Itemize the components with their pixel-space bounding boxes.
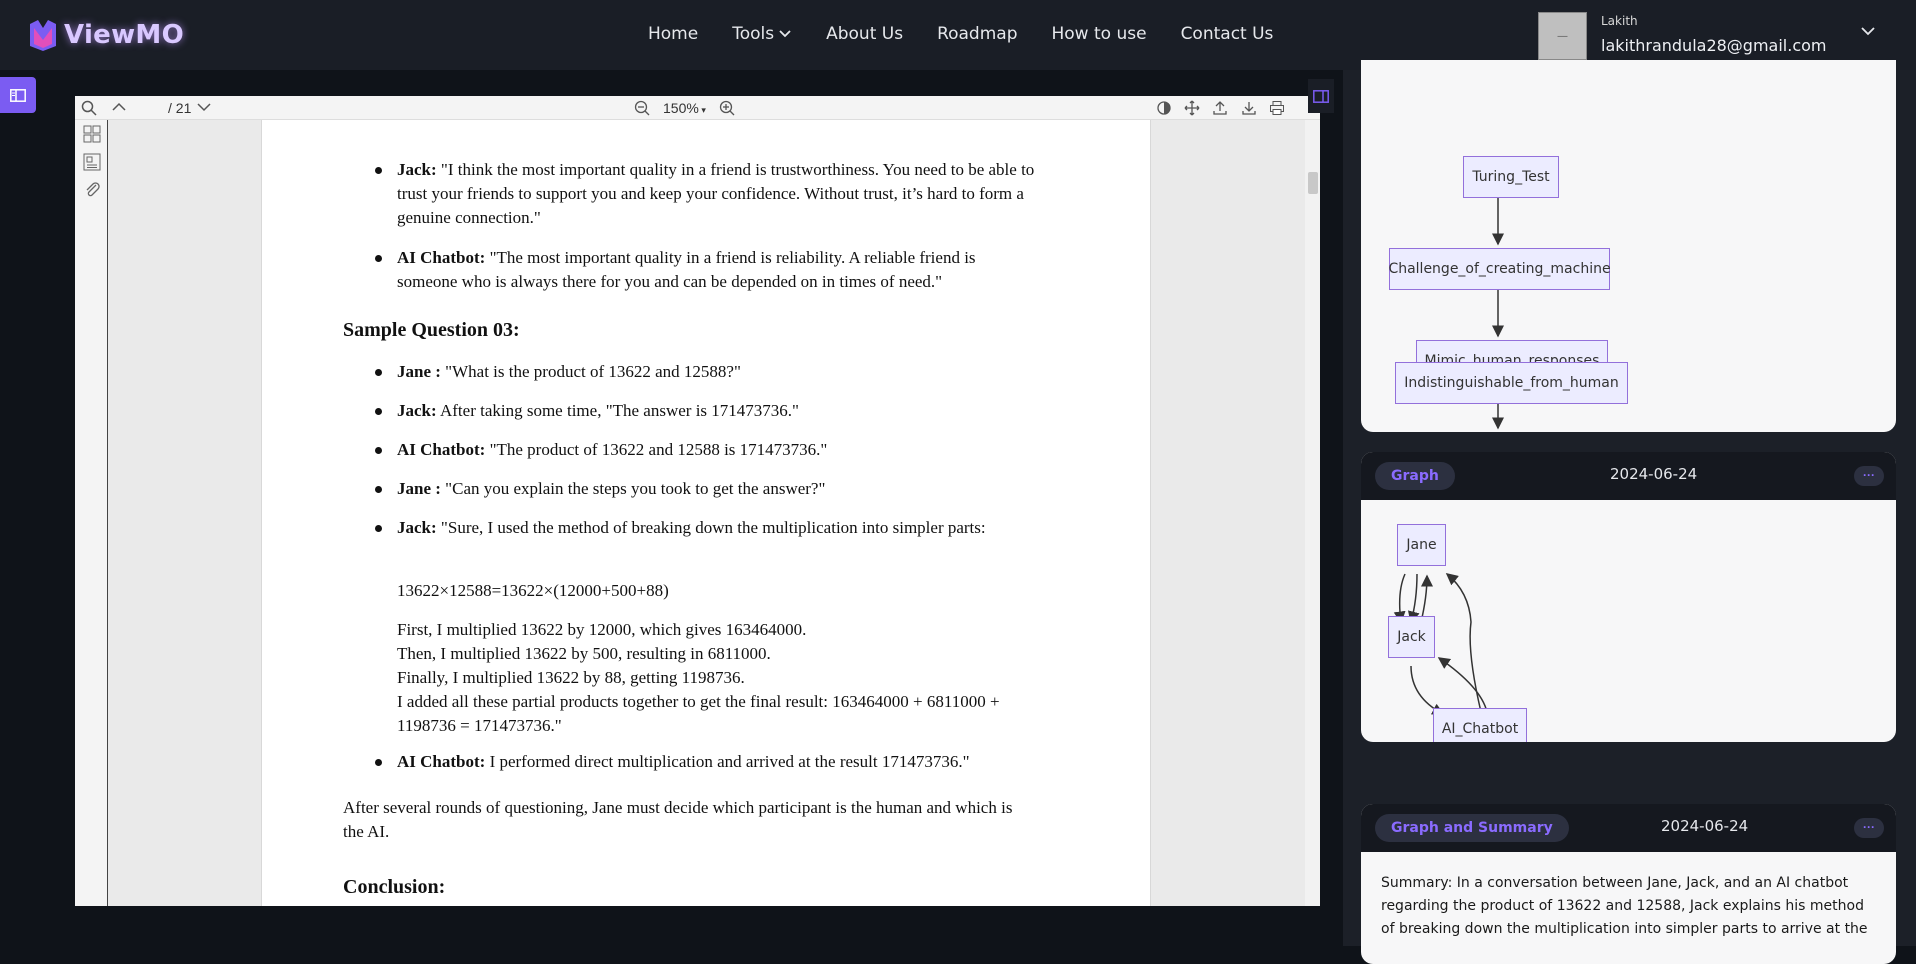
print-icon[interactable] bbox=[1269, 100, 1285, 116]
attachment-icon[interactable] bbox=[83, 180, 101, 198]
sidebar-icon bbox=[10, 88, 26, 102]
menu-roadmap[interactable]: Roadmap bbox=[937, 24, 1017, 44]
card-date: 2024-06-24 bbox=[1661, 817, 1749, 835]
step-line: First, I multiplied 13622 by 12000, whic… bbox=[397, 620, 807, 639]
graphs-panel: Turing_Test Challenge_of_creating_machin… bbox=[1343, 60, 1916, 964]
chevron-up-icon[interactable] bbox=[111, 100, 127, 114]
pdf-viewer: / 21 150% ▾ Jack: "I think the most impo… bbox=[75, 96, 1320, 906]
menu-contact[interactable]: Contact Us bbox=[1181, 24, 1274, 44]
menu-home[interactable]: Home bbox=[648, 24, 698, 44]
graph-card: Graph 2024-06-24 ··· Jane Jack AI_Chatbo… bbox=[1361, 452, 1896, 742]
user-name: Lakith bbox=[1601, 14, 1638, 28]
section-heading: Conclusion: bbox=[343, 876, 446, 898]
list-item: Jane : "What is the product of 13622 and… bbox=[375, 360, 1037, 384]
card-type-tag: Graph and Summary bbox=[1375, 814, 1569, 842]
panel-toggle-button[interactable] bbox=[1308, 79, 1334, 113]
graph-edges bbox=[1393, 573, 1488, 715]
list-item: AI Chatbot: I performed direct multiplic… bbox=[375, 750, 1037, 774]
theme-icon[interactable] bbox=[1156, 100, 1172, 116]
avatar: — bbox=[1538, 12, 1587, 60]
list-item: Jack: "I think the most important qualit… bbox=[375, 158, 1037, 230]
menu-how-to-use[interactable]: How to use bbox=[1052, 24, 1147, 44]
thumbnails-icon[interactable] bbox=[83, 125, 101, 143]
closing-paragraph: After several rounds of questioning, Jan… bbox=[343, 798, 1013, 841]
brand-logo[interactable]: ViewMO bbox=[28, 18, 184, 52]
summary-card: Graph and Summary 2024-06-24 ··· Summary… bbox=[1361, 804, 1896, 964]
card-header: Graph and Summary 2024-06-24 ··· bbox=[1361, 804, 1896, 852]
graph-node[interactable]: Jack bbox=[1388, 616, 1435, 658]
search-icon[interactable] bbox=[81, 100, 97, 116]
menu-tools-label: Tools bbox=[732, 24, 775, 44]
graph-node[interactable]: Jane bbox=[1397, 524, 1446, 566]
viewer-scrollbar[interactable] bbox=[1305, 120, 1320, 906]
graph-node[interactable]: AI_Chatbot bbox=[1433, 708, 1527, 742]
flow-edge-extra bbox=[1343, 70, 1916, 370]
chevron-down-icon bbox=[779, 30, 791, 38]
list-item: AI Chatbot: "The product of 13622 and 12… bbox=[375, 438, 1037, 462]
chevron-down-icon[interactable] bbox=[1860, 26, 1876, 36]
section-heading: Sample Question 03: bbox=[343, 319, 520, 341]
viewer-sidebar bbox=[75, 120, 108, 906]
menu-about[interactable]: About Us bbox=[826, 24, 903, 44]
zoom-in-icon[interactable] bbox=[719, 100, 735, 116]
main-menu: Home Tools About Us Roadmap How to use C… bbox=[648, 24, 1273, 44]
chevron-down-icon[interactable] bbox=[196, 100, 212, 114]
list-item: Jack: After taking some time, "The answe… bbox=[375, 399, 1037, 423]
menu-tools[interactable]: Tools bbox=[732, 24, 792, 44]
viewer-toolbar: / 21 150% ▾ bbox=[75, 96, 1320, 120]
more-options-button[interactable]: ··· bbox=[1854, 818, 1884, 838]
list-item: AI Chatbot: "The most important quality … bbox=[375, 246, 1037, 294]
sidebar-toggle-button[interactable] bbox=[0, 77, 36, 113]
document-area[interactable]: Jack: "I think the most important qualit… bbox=[108, 120, 1305, 906]
step-line: Then, I multiplied 13622 by 500, resulti… bbox=[397, 644, 771, 663]
upload-icon[interactable] bbox=[1212, 100, 1228, 116]
step-line: Finally, I multiplied 13622 by 88, getti… bbox=[397, 668, 745, 687]
move-icon[interactable] bbox=[1184, 100, 1200, 116]
logo-icon bbox=[30, 20, 56, 51]
document-page: Jack: "I think the most important qualit… bbox=[261, 120, 1151, 906]
summary-text: Summary: In a conversation between Jane,… bbox=[1381, 875, 1868, 937]
panel-icon bbox=[1313, 89, 1329, 103]
brand-name: ViewMO bbox=[64, 20, 185, 50]
zoom-select[interactable]: 150% ▾ bbox=[663, 100, 706, 116]
step-line: I added all these partial products toget… bbox=[397, 692, 1000, 735]
user-menu[interactable]: — Lakith lakithrandula28@gmail.com bbox=[1538, 12, 1827, 60]
user-email: lakithrandula28@gmail.com bbox=[1601, 36, 1827, 55]
list-item: Jane : "Can you explain the steps you to… bbox=[375, 477, 1037, 501]
zoom-level: 150% bbox=[663, 100, 699, 116]
list-item: Jack: "Sure, I used the method of breaki… bbox=[375, 516, 1037, 540]
zoom-out-icon[interactable] bbox=[634, 100, 650, 116]
page-count: / 21 bbox=[168, 100, 192, 116]
equation: 13622×12588=13622×(12000+500+88) bbox=[397, 581, 669, 600]
download-icon[interactable] bbox=[1241, 100, 1257, 116]
outline-icon[interactable] bbox=[83, 153, 101, 171]
scrollbar-thumb[interactable] bbox=[1308, 172, 1318, 194]
